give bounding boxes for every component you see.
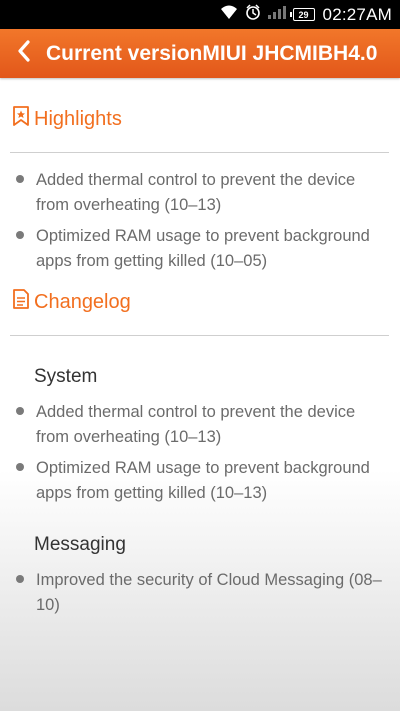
list-item: Optimized RAM usage to prevent backgroun… (14, 456, 389, 506)
back-button[interactable] (4, 29, 44, 78)
page-title: Current versionMIUI JHCMIBH4.0 (46, 41, 378, 65)
title-bar: Current versionMIUI JHCMIBH4.0 (0, 29, 400, 78)
highlights-header: Highlights (12, 106, 122, 132)
divider (10, 335, 389, 336)
list-item: Added thermal control to prevent the dev… (14, 168, 389, 218)
bookmark-star-icon (12, 106, 30, 132)
group-heading-system: System (34, 366, 98, 387)
bullet-icon (16, 231, 24, 239)
status-time: 02:27AM (322, 4, 392, 24)
signal-icon (267, 4, 287, 25)
wifi-icon (219, 4, 239, 25)
bullet-icon (16, 463, 24, 471)
status-icons: 29 02:27AM (219, 0, 392, 29)
list-item-text: Added thermal control to prevent the dev… (36, 171, 356, 214)
screen: 29 02:27AM Current versionMIUI JHCMIBH4.… (0, 0, 400, 711)
bullet-icon (16, 175, 24, 183)
changelog-title: Changelog (34, 290, 131, 313)
bullet-icon (16, 575, 24, 583)
list-item-text: Optimized RAM usage to prevent backgroun… (36, 227, 370, 270)
list-item-text: Added thermal control to prevent the dev… (36, 403, 356, 446)
list-item: Optimized RAM usage to prevent backgroun… (14, 224, 389, 274)
chevron-left-icon (16, 40, 32, 67)
highlights-title: Highlights (34, 107, 122, 130)
alarm-icon (245, 4, 261, 25)
battery-level: 29 (298, 9, 309, 20)
battery-icon: 29 (289, 8, 315, 21)
bullet-icon (16, 407, 24, 415)
status-bar: 29 02:27AM (0, 0, 400, 29)
list-item: Added thermal control to prevent the dev… (14, 400, 389, 450)
group-heading-messaging: Messaging (34, 534, 126, 555)
document-icon (12, 289, 30, 315)
changelog-header: Changelog (12, 289, 131, 315)
list-item-text: Optimized RAM usage to prevent backgroun… (36, 459, 370, 502)
list-item-text: Improved the security of Cloud Messaging… (36, 571, 382, 614)
list-item: Improved the security of Cloud Messaging… (14, 568, 389, 618)
divider (10, 152, 389, 153)
